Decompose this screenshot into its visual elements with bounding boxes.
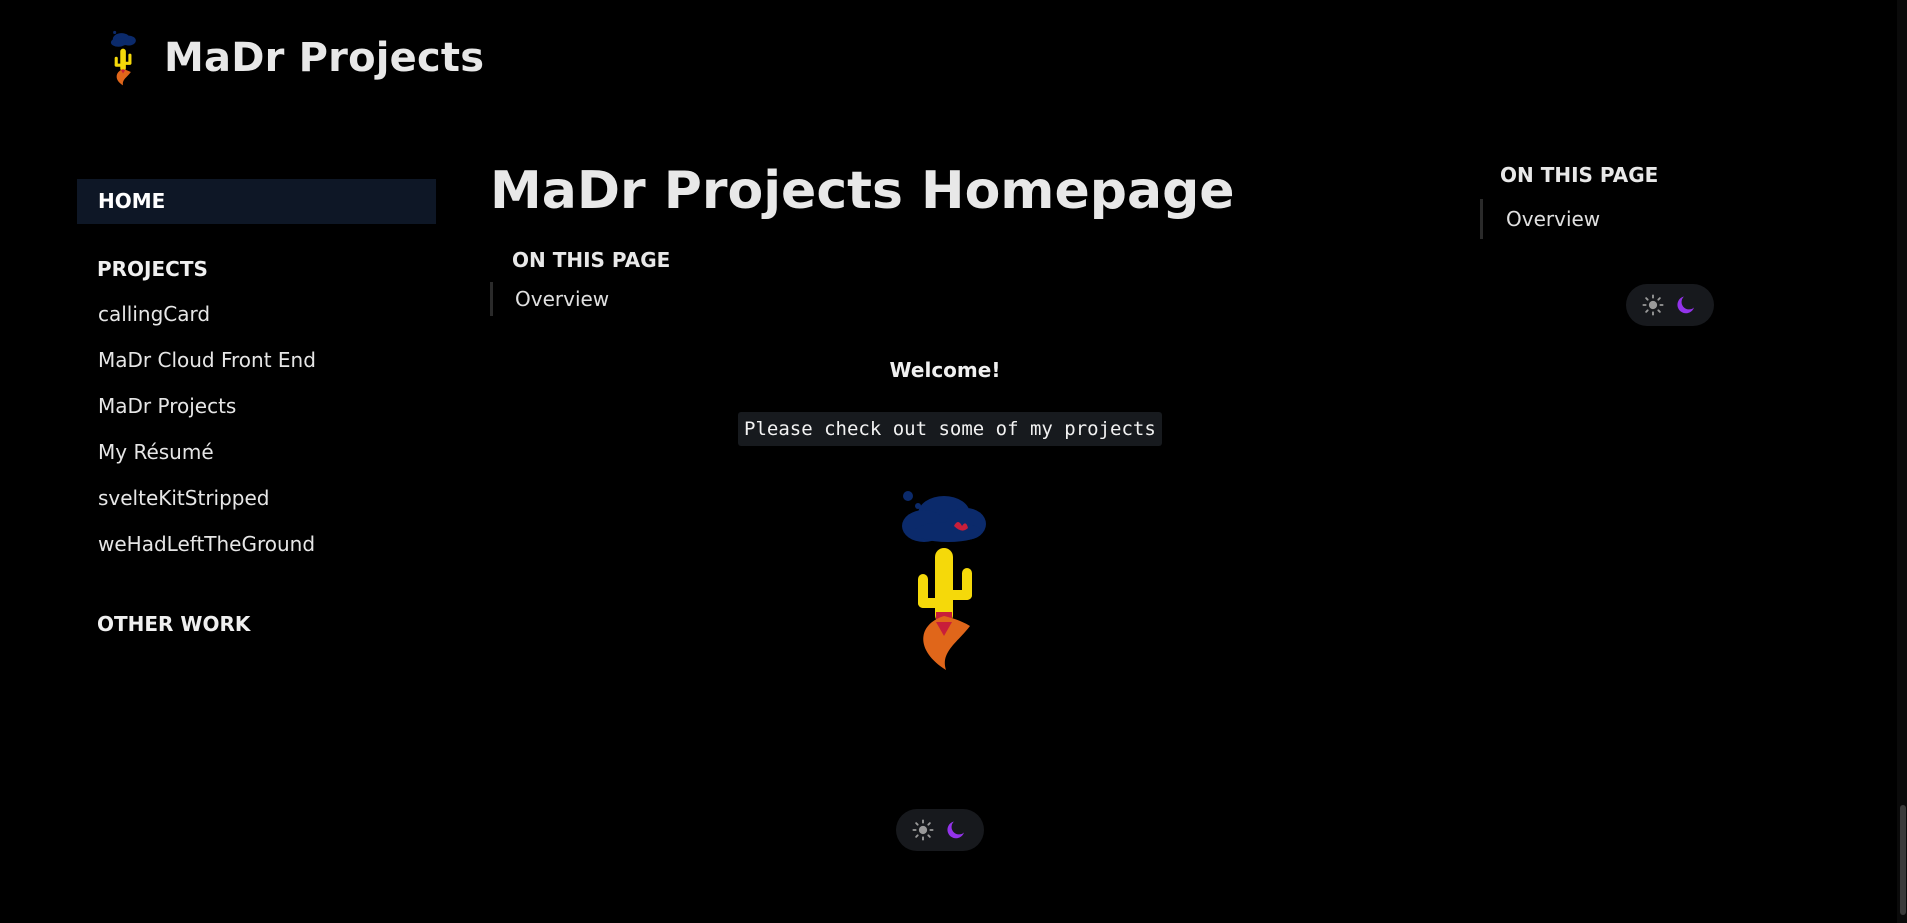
inline-toc-link-overview[interactable]: Overview [490,282,1390,316]
sidebar-item-home[interactable]: HOME [77,179,436,224]
scrollbar-thumb[interactable] [1900,805,1906,915]
sun-icon[interactable] [912,819,934,841]
inline-toc-heading: ON THIS PAGE [512,248,671,272]
site-header: MaDr Projects [104,30,484,86]
inline-toc: ON THIS PAGE Overview [490,248,1390,316]
right-toc: ON THIS PAGE Overview [1480,163,1780,239]
sidebar-section-other-work: OTHER WORK [97,612,251,636]
moon-icon[interactable] [944,818,968,842]
sidebar-item-wehadlefttheground[interactable]: weHadLeftTheGround [77,521,436,567]
page-title: MaDr Projects Homepage [490,161,1235,221]
site-title[interactable]: MaDr Projects [164,35,484,81]
sidebar-item-callingcard[interactable]: callingCard [77,291,436,337]
right-toc-link-overview[interactable]: Overview [1480,199,1780,239]
welcome-text: Welcome! [889,358,1001,382]
sidebar-section-projects: PROJECTS [97,257,208,281]
sidebar-item-madr-projects[interactable]: MaDr Projects [77,383,436,429]
projects-list: callingCard MaDr Cloud Front End MaDr Pr… [77,291,436,567]
sidebar-item-my-resume[interactable]: My Résumé [77,429,436,475]
main-content: MaDr Projects Homepage ON THIS PAGE Over… [490,158,1390,316]
sidebar-nav: HOME PROJECTS callingCard MaDr Cloud Fro… [77,179,436,636]
intro-code-text: Please check out some of my projects [738,412,1162,446]
cactus-rocket-icon[interactable] [104,30,144,86]
right-toc-heading: ON THIS PAGE [1500,163,1659,187]
moon-icon[interactable] [1674,293,1698,317]
theme-toggle[interactable] [896,809,984,851]
page-scrollbar[interactable] [1897,0,1907,923]
theme-toggle[interactable] [1626,284,1714,326]
sun-icon[interactable] [1642,294,1664,316]
sidebar-item-sveltekitstripped[interactable]: svelteKitStripped [77,475,436,521]
cactus-rocket-icon [902,491,986,670]
